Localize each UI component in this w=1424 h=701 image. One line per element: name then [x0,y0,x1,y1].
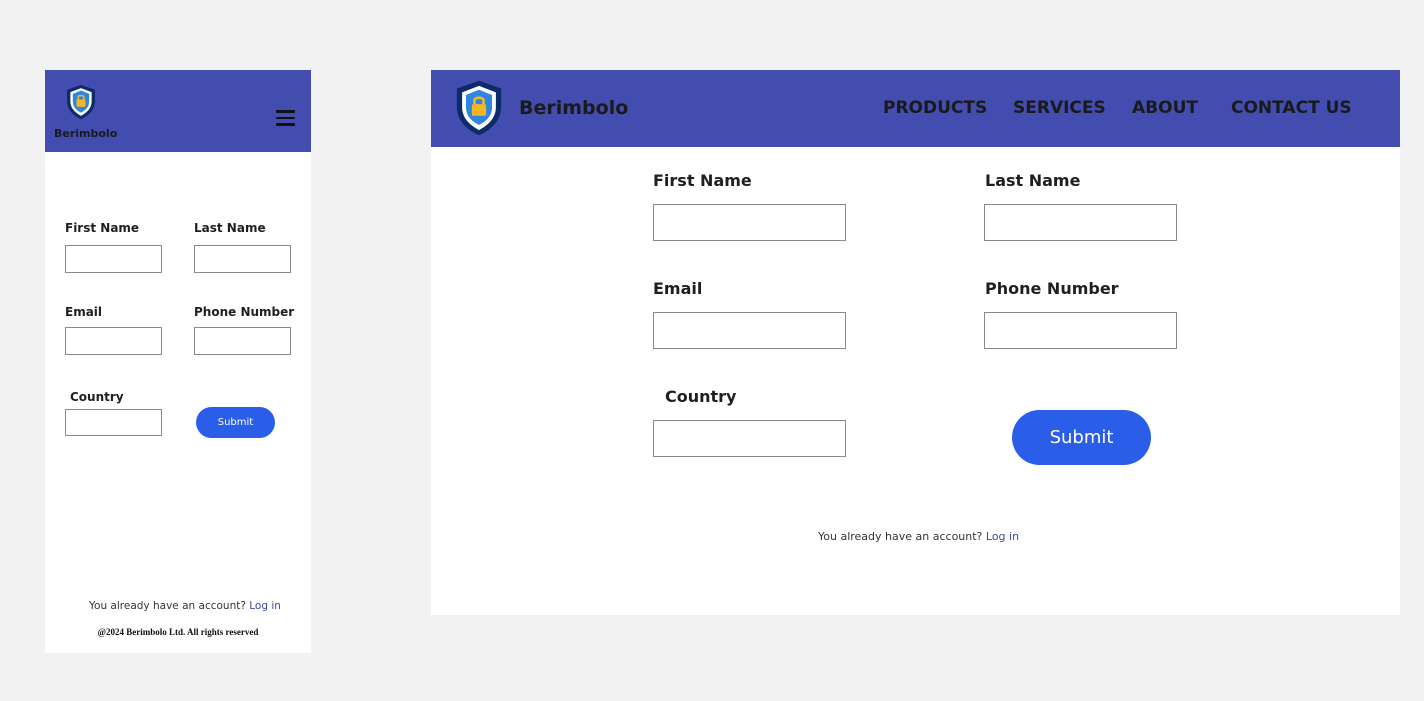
submit-button[interactable]: Submit [196,407,275,438]
last-name-label: Last Name [194,221,266,235]
phone-number-label: Phone Number [985,279,1119,298]
submit-button[interactable]: Submit [1012,410,1151,465]
last-name-input[interactable] [984,204,1177,241]
nav-products[interactable]: PRODUCTS [883,98,987,118]
last-name-input[interactable] [194,245,291,273]
desktop-view: Berimbolo PRODUCTS SERVICES ABOUT CONTAC… [431,70,1400,615]
mobile-header: Berimbolo [45,70,311,152]
account-prompt-text: You already have an account? [818,530,983,543]
login-link[interactable]: Log in [986,530,1019,543]
account-prompt-text: You already have an account? [89,600,246,612]
brand-name: Berimbolo [519,97,629,119]
account-prompt: You already have an account? Log in [89,600,281,612]
nav-services[interactable]: SERVICES [1013,98,1106,118]
last-name-label: Last Name [985,171,1081,190]
email-input[interactable] [653,312,846,349]
country-input[interactable] [653,420,846,457]
phone-number-label: Phone Number [194,305,295,319]
copyright-text: @2024 Berimbolo Ltd. All rights reserved [97,627,259,637]
nav-contact-us[interactable]: CONTACT US [1231,98,1352,118]
mobile-view: Berimbolo First Name Last Name Email Pho… [45,70,311,653]
country-label: Country [70,390,124,404]
phone-number-input[interactable] [984,312,1177,349]
shield-lock-icon [67,84,95,120]
first-name-input[interactable] [65,245,162,273]
first-name-input[interactable] [653,204,846,241]
nav-about[interactable]: ABOUT [1132,98,1198,118]
email-input[interactable] [65,327,162,355]
first-name-label: First Name [653,171,752,190]
email-label: Email [65,305,103,319]
country-input[interactable] [65,409,162,436]
login-link[interactable]: Log in [249,600,281,612]
first-name-label: First Name [65,221,140,235]
desktop-header: Berimbolo PRODUCTS SERVICES ABOUT CONTAC… [431,70,1400,147]
country-label: Country [665,387,737,406]
phone-number-input[interactable] [194,327,291,355]
brand-name: Berimbolo [54,127,118,140]
shield-lock-icon [456,80,502,136]
account-prompt: You already have an account? Log in [818,530,1019,543]
hamburger-menu-icon[interactable] [276,110,295,126]
email-label: Email [653,279,703,298]
